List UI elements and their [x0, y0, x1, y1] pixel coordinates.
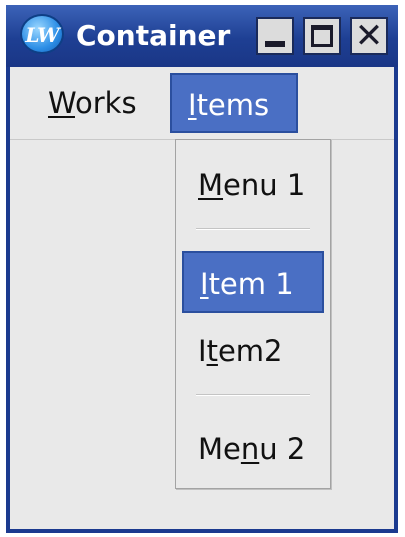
maximize-button[interactable]: [303, 17, 341, 55]
menu-item-item2-pre: I: [198, 334, 207, 368]
menu-items-mnemonic: I: [188, 88, 197, 122]
menu-item-item-1-label: tem 1: [208, 267, 294, 301]
title-bar[interactable]: LW Container ✕: [6, 5, 398, 67]
menu-item-menu-2[interactable]: Menu 2: [182, 418, 324, 480]
menu-items[interactable]: Items: [170, 73, 298, 133]
menu-item-item-1-mnemonic: I: [200, 267, 209, 301]
menu-item-menu-2-label: u 2: [259, 432, 306, 466]
menu-works-mnemonic: W: [48, 86, 75, 120]
menu-item-menu-2-pre: Me: [198, 432, 241, 466]
menu-item-item2-mnemonic: t: [206, 334, 218, 368]
app-logo-icon: LW: [20, 14, 64, 54]
window-title: Container: [76, 19, 231, 52]
menu-bar: Works Items: [10, 67, 394, 140]
menu-item-menu-2-mnemonic: n: [240, 432, 260, 466]
minimize-icon: [265, 41, 285, 47]
menu-item-menu-1-label: enu 1: [223, 168, 306, 202]
menu-item-menu-1-mnemonic: M: [198, 168, 224, 202]
menu-separator: [196, 228, 310, 230]
app-window: LW Container ✕ Works Items Menu 1 Item 1…: [6, 5, 398, 533]
window-client-area: Works Items Menu 1 Item 1 Item2 Menu 2: [10, 67, 394, 529]
menu-separator: [196, 394, 310, 396]
menu-works[interactable]: Works: [32, 73, 153, 133]
menu-items-label: tems: [196, 88, 270, 122]
close-button[interactable]: ✕: [350, 17, 388, 55]
menu-item-menu-1[interactable]: Menu 1: [182, 154, 324, 216]
menu-works-label: orks: [74, 86, 137, 120]
menu-item-item-1[interactable]: Item 1: [182, 251, 324, 313]
menu-item-item2[interactable]: Item2: [182, 320, 324, 382]
menu-item-item2-label: em2: [217, 334, 283, 368]
close-icon: ✕: [354, 16, 384, 56]
items-dropdown-menu: Menu 1 Item 1 Item2 Menu 2: [175, 139, 331, 489]
minimize-button[interactable]: [256, 17, 294, 55]
maximize-icon: [311, 25, 333, 47]
app-logo-text: LW: [25, 23, 59, 47]
